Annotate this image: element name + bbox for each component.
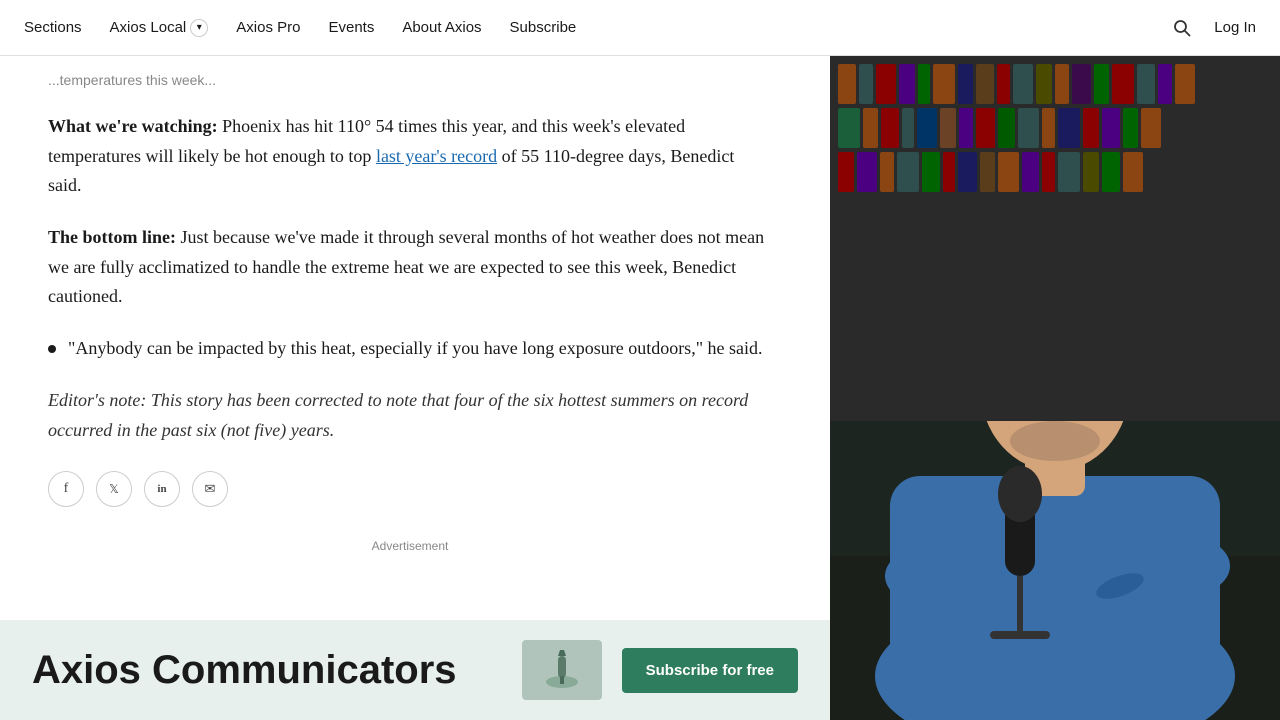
communicator-icon	[522, 640, 602, 700]
main-content: ...temperatures this week... What we're …	[0, 56, 820, 553]
subscribe-for-free-button[interactable]: Subscribe for free	[622, 648, 798, 693]
footer-ad-right: Subscribe for free	[522, 640, 798, 700]
last-years-record-link[interactable]: last year's record	[376, 146, 497, 166]
bullet-list: "Anybody can be impacted by this heat, e…	[48, 334, 772, 364]
what-watching-label: What we're watching:	[48, 116, 218, 136]
nav-events[interactable]: Events	[328, 19, 374, 36]
nav-axios-local[interactable]: Axios Local ▾	[110, 19, 209, 37]
dropdown-arrow-icon[interactable]: ▾	[190, 19, 208, 37]
share-email-button[interactable]: ✉	[192, 471, 228, 507]
facebook-icon: f	[64, 481, 69, 497]
bottom-line-paragraph: The bottom line: Just because we've made…	[48, 223, 772, 312]
list-item: "Anybody can be impacted by this heat, e…	[48, 334, 772, 364]
login-button[interactable]: Log In	[1214, 19, 1256, 36]
nav-subscribe[interactable]: Subscribe	[510, 19, 577, 36]
search-icon[interactable]	[1166, 12, 1198, 44]
linkedin-icon: in	[157, 483, 166, 495]
nav-about-axios[interactable]: About Axios	[402, 19, 481, 36]
advertisement-label: Advertisement	[48, 539, 772, 553]
nav-left: Sections Axios Local ▾ Axios Pro Events …	[24, 19, 576, 37]
nav-axios-pro[interactable]: Axios Pro	[236, 19, 300, 36]
bullet-dot-icon	[48, 345, 56, 353]
bottom-line-label: The bottom line:	[48, 227, 176, 247]
email-icon: ✉	[205, 481, 216, 497]
nav-sections[interactable]: Sections	[24, 19, 82, 36]
twitter-icon: 𝕏	[109, 482, 119, 497]
video-scene	[830, 56, 1280, 720]
share-facebook-button[interactable]: f	[48, 471, 84, 507]
footer-ad-banner: Axios Communicators Subscribe for free	[0, 620, 830, 720]
share-bar: f 𝕏 in ✉	[48, 467, 772, 507]
axios-local-label: Axios Local	[110, 19, 187, 36]
video-overlay	[830, 56, 1280, 720]
bullet-text: "Anybody can be impacted by this heat, e…	[68, 334, 763, 364]
article-body: What we're watching: Phoenix has hit 110…	[48, 112, 772, 445]
nav-right: Log In	[1166, 12, 1256, 44]
what-watching-paragraph: What we're watching: Phoenix has hit 110…	[48, 112, 772, 201]
partial-top-text: ...temperatures this week...	[48, 72, 772, 88]
share-linkedin-button[interactable]: in	[144, 471, 180, 507]
bookshelf-background	[830, 56, 1280, 421]
editor-note: Editor's note: This story has been corre…	[48, 386, 772, 445]
footer-ad-title: Axios Communicators	[32, 648, 457, 693]
share-twitter-button[interactable]: 𝕏	[96, 471, 132, 507]
navbar: Sections Axios Local ▾ Axios Pro Events …	[0, 0, 1280, 56]
